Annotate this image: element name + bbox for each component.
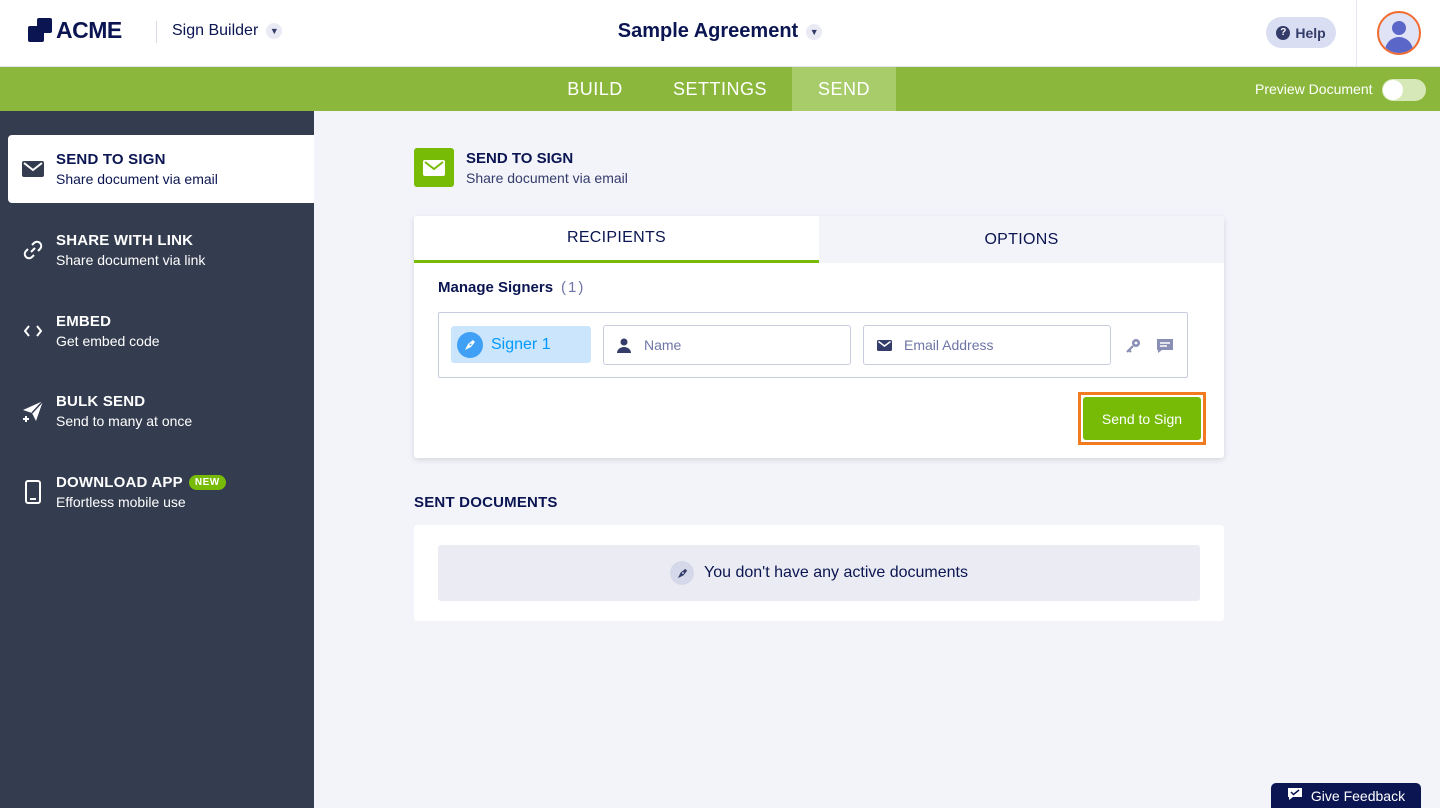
sidebar-item-text: SEND TO SIGN Share document via email (56, 151, 218, 187)
empty-documents-state: You don't have any active documents (438, 545, 1200, 601)
sent-documents-card: You don't have any active documents (414, 525, 1224, 621)
sidebar-item-title: DOWNLOAD APP NEW (56, 474, 226, 491)
builder-nav-bar: BUILD SETTINGS SEND Preview Document (0, 67, 1440, 111)
sidebar-item-title: SEND TO SIGN (56, 151, 166, 168)
name-input[interactable] (644, 326, 850, 364)
avatar-body (1385, 37, 1413, 53)
sidebar-item-text: EMBED Get embed code (56, 313, 160, 349)
envelope-icon (22, 158, 44, 180)
manage-signers-heading: Manage Signers (1) (438, 279, 585, 296)
sidebar-item-text: BULK SEND Send to many at once (56, 393, 192, 429)
document-title: Sample Agreement (617, 20, 799, 42)
send-to-sign-button[interactable]: Send to Sign (1083, 397, 1201, 440)
signer-count: (1) (561, 279, 586, 296)
sidebar-item-download-app[interactable]: DOWNLOAD APP NEW Effortless mobile use (8, 458, 314, 526)
paper-plane-icon (22, 400, 44, 422)
give-feedback-label: Give Feedback (1310, 787, 1406, 804)
signer-selector[interactable]: Signer 1 (451, 326, 591, 363)
tab-build[interactable]: BUILD (545, 67, 645, 111)
send-options-sidebar: SEND TO SIGN Share document via email SH… (0, 111, 314, 808)
email-input[interactable] (904, 326, 1110, 364)
sidebar-item-title-text: DOWNLOAD APP (56, 474, 183, 491)
help-button[interactable]: ? Help (1266, 17, 1336, 48)
tab-recipients[interactable]: RECIPIENTS (414, 216, 819, 263)
signer-label: Signer 1 (491, 335, 551, 353)
section-header: SEND TO SIGN Share document via email (414, 148, 628, 187)
sidebar-item-bulk-send[interactable]: BULK SEND Send to many at once (8, 377, 314, 445)
sidebar-item-embed[interactable]: EMBED Get embed code (8, 297, 314, 365)
recipients-card: RECIPIENTS OPTIONS Manage Signers (1) Sig… (414, 216, 1224, 458)
preview-document-label: Preview Document (1255, 81, 1373, 97)
preview-document-toggle[interactable] (1382, 79, 1426, 101)
envelope-icon (414, 148, 454, 187)
chevron-down-icon: ▼ (806, 23, 823, 40)
document-title-selector[interactable]: Sample Agreement ▼ (617, 20, 823, 43)
new-badge: NEW (188, 475, 226, 490)
sidebar-item-text: DOWNLOAD APP NEW Effortless mobile use (56, 474, 226, 510)
sidebar-item-title: EMBED (56, 313, 112, 330)
header-divider-right (1356, 0, 1357, 67)
send-to-sign-highlight: Send to Sign (1078, 392, 1206, 445)
link-icon (22, 239, 44, 261)
envelope-icon (864, 339, 904, 351)
feedback-icon (1287, 787, 1303, 804)
section-subtitle: Share document via email (466, 170, 628, 186)
sidebar-item-title: SHARE WITH LINK (56, 232, 194, 249)
sidebar-item-title: BULK SEND (56, 393, 146, 410)
avatar-head (1392, 21, 1406, 35)
code-icon (22, 320, 44, 342)
sidebar-item-subtitle: Get embed code (56, 333, 160, 349)
tab-settings[interactable]: SETTINGS (660, 67, 780, 111)
sent-documents-title: SENT DOCUMENTS (414, 494, 558, 511)
signer-row: Signer 1 (438, 312, 1188, 378)
sidebar-item-subtitle: Send to many at once (56, 413, 193, 429)
user-avatar[interactable] (1377, 11, 1421, 55)
sidebar-item-subtitle: Share document via link (56, 252, 206, 268)
toggle-knob (1383, 80, 1403, 100)
help-label: Help (1295, 24, 1326, 41)
sidebar-item-send-to-sign[interactable]: SEND TO SIGN Share document via email (8, 135, 314, 203)
question-icon: ? (1276, 25, 1291, 40)
section-title: SEND TO SIGN (466, 150, 574, 167)
email-field (863, 325, 1111, 365)
phone-icon (22, 480, 44, 504)
sidebar-item-text: SHARE WITH LINK Share document via link (56, 232, 205, 268)
tab-send[interactable]: SEND (792, 67, 896, 111)
pen-nib-icon (670, 561, 694, 585)
empty-documents-message: You don't have any active documents (704, 564, 968, 581)
tab-options[interactable]: OPTIONS (819, 216, 1224, 263)
sidebar-item-subtitle: Share document via email (56, 171, 218, 187)
key-icon[interactable] (1122, 335, 1144, 357)
name-field (603, 325, 851, 365)
sidebar-item-subtitle: Effortless mobile use (56, 494, 186, 510)
user-icon (604, 338, 644, 353)
manage-signers-label: Manage Signers (438, 279, 554, 296)
message-icon[interactable] (1154, 335, 1176, 357)
pen-nib-icon (457, 331, 483, 358)
give-feedback-button[interactable]: Give Feedback (1271, 783, 1421, 808)
document-title-area: Sample Agreement ▼ (0, 20, 1440, 43)
top-header: ACME Sign Builder ▼ Sample Agreement ▼ ?… (0, 0, 1440, 67)
sidebar-item-share-with-link[interactable]: SHARE WITH LINK Share document via link (8, 216, 314, 284)
section-header-text: SEND TO SIGN Share document via email (466, 148, 628, 187)
